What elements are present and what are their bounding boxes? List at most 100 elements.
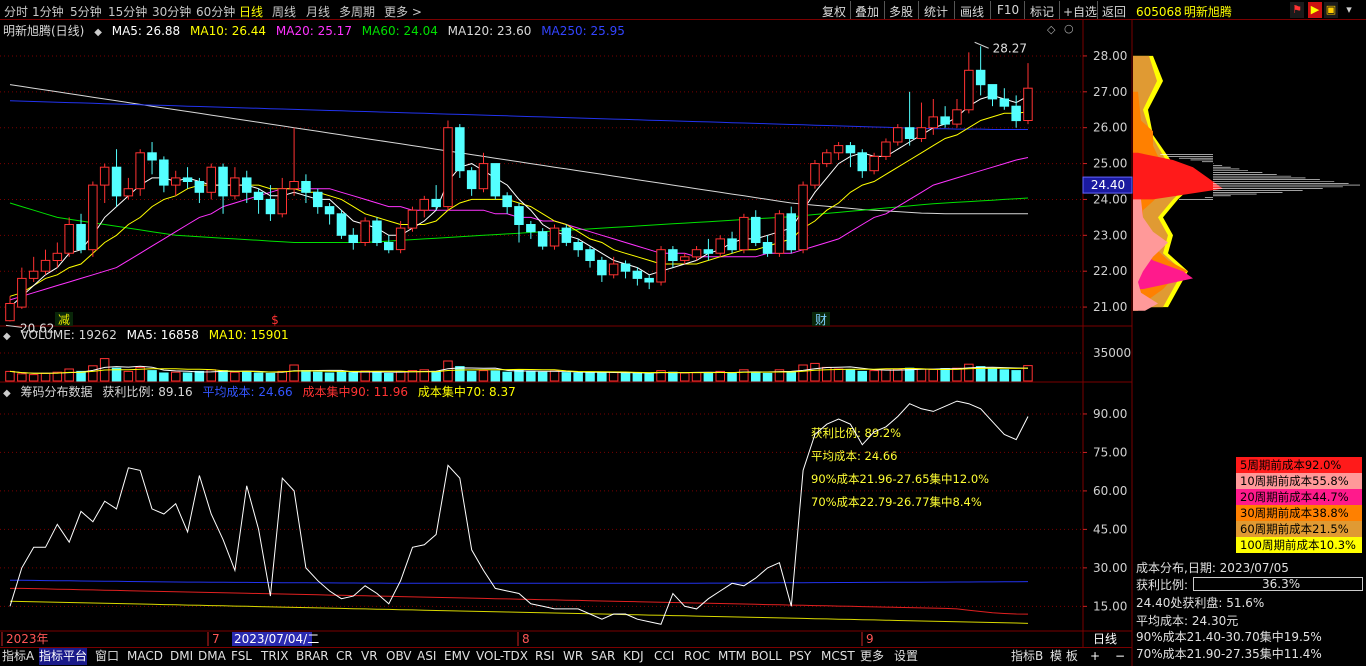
profit-value: 36.3% (1262, 577, 1301, 591)
cost-info-line-1: 24.40处获利盘: 51.6% (1136, 596, 1265, 610)
volume-bar-down (194, 370, 205, 382)
volume-bar-down (561, 372, 572, 382)
candle-up (822, 152, 832, 165)
candle-down (727, 238, 737, 251)
tab-wr[interactable]: WR (563, 648, 583, 665)
volume-bar-down (431, 370, 441, 382)
candle-down (490, 163, 501, 197)
tab-dmi[interactable]: DMI (170, 648, 193, 665)
tab-roc[interactable]: ROC (684, 648, 710, 665)
price-tick-label: 25.00 (1093, 157, 1127, 171)
candle-down (431, 198, 441, 208)
candle-down (218, 166, 228, 197)
event-marker-dividend: $ (271, 313, 279, 327)
candle-up (40, 259, 51, 272)
tab-boll[interactable]: BOLL (751, 648, 782, 665)
volume-bar-down (751, 371, 761, 382)
candle-up (691, 249, 702, 258)
candle-down (253, 191, 264, 201)
tab-macd[interactable]: MACD (127, 648, 163, 665)
candle-down (751, 216, 761, 243)
candle-down (1011, 105, 1021, 122)
volume-bar-down (265, 372, 276, 382)
tab-dma[interactable]: DMA (198, 648, 226, 665)
volume-bar-down (159, 372, 169, 382)
candle-up (680, 256, 690, 261)
indicator-tick-label: 90.00 (1093, 407, 1127, 421)
candle-down (182, 177, 193, 182)
tab-trix[interactable]: TRIX (261, 648, 288, 665)
avg-cost-line (9, 579, 1029, 584)
price-tick-label: 26.00 (1093, 121, 1127, 135)
volume-bar-up (869, 370, 879, 382)
volume-bar-up (171, 371, 181, 382)
volume-bar-up (798, 364, 808, 382)
candle-down (999, 98, 1010, 107)
conc90-line (10, 587, 1029, 615)
cost-chip-60: 60周期前成本21.5% (1236, 521, 1362, 537)
tab-rsi[interactable]: RSI (535, 648, 555, 665)
volume-bar-up (928, 368, 938, 382)
tab-vol-tdx[interactable]: VOL-TDX (476, 648, 528, 665)
volume-bar-down (218, 370, 228, 382)
high-price-label: 28.27 (993, 41, 1027, 55)
scroll-minus-button[interactable]: − (1115, 648, 1125, 665)
volume-bar-down (668, 371, 678, 382)
tab-emv[interactable]: EMV (444, 648, 470, 665)
price-tick-label: 21.00 (1093, 300, 1127, 314)
tab-template[interactable]: 模 板 (1050, 648, 1078, 665)
candle-down (265, 198, 276, 215)
tab-brar[interactable]: BRAR (296, 648, 329, 665)
candle-up (395, 227, 406, 251)
tab-obv[interactable]: OBV (386, 648, 412, 665)
candle-up (135, 152, 145, 190)
tab-mtm[interactable]: MTM (718, 648, 746, 665)
volume-bar-down (348, 372, 358, 382)
tab-psy[interactable]: PSY (789, 648, 811, 665)
date-label: 8 (522, 632, 530, 646)
candle-up (916, 127, 927, 139)
scroll-plus-button[interactable]: + (1090, 648, 1100, 665)
tab-indicator-platform[interactable]: 指标平台 (39, 648, 88, 665)
tab-cci[interactable]: CCI (654, 648, 674, 665)
candle-down (620, 263, 631, 272)
ma250-line (9, 100, 1028, 130)
candle-up (230, 177, 240, 197)
indicator-tick-label: 45.00 (1093, 522, 1127, 536)
tab-window[interactable]: 窗口 (95, 648, 119, 665)
tab-sar[interactable]: SAR (591, 648, 615, 665)
ma120-line (9, 84, 1028, 215)
tab-indicator-a[interactable]: 指标A (2, 648, 34, 665)
volume-bar-up (289, 364, 299, 382)
tab-cr[interactable]: CR (336, 648, 353, 665)
volume-bar-down (147, 370, 157, 382)
cost-chip-20: 20周期前成本44.7% (1236, 489, 1362, 505)
candle-down (159, 159, 169, 186)
price-tick-label: 22.00 (1093, 264, 1127, 278)
tab-kdj[interactable]: KDJ (623, 648, 644, 665)
indicator-tick-label: 15.00 (1093, 599, 1127, 613)
tab-indicator-b[interactable]: 指标B (1011, 648, 1043, 665)
volume-bar-down (384, 372, 394, 382)
volume-bar-down (585, 371, 595, 382)
volume-bar-down (324, 372, 335, 382)
tab-fsl[interactable]: FSL (231, 648, 252, 665)
candle-down (987, 84, 998, 100)
candle-up (443, 127, 453, 208)
tab-vr[interactable]: VR (361, 648, 378, 665)
tab-settings[interactable]: 设置 (894, 648, 918, 665)
candle-up (952, 109, 962, 125)
tab-more-indicators[interactable]: 更多 (860, 648, 884, 665)
tab-asi[interactable]: ASI (417, 648, 436, 665)
price-tick-label: 24.00 (1093, 192, 1127, 206)
profit-bar: 36.3% (1193, 577, 1363, 591)
low-price-label: 20.62 (20, 321, 54, 335)
candle-up (419, 198, 429, 211)
volume-bar-down (182, 372, 193, 382)
candle-up (407, 209, 418, 229)
candle-up (99, 166, 110, 186)
tab-mcst[interactable]: MCST (821, 648, 855, 665)
candle-down (573, 242, 583, 251)
volume-bar-down (301, 370, 311, 382)
candle-down (644, 277, 654, 283)
